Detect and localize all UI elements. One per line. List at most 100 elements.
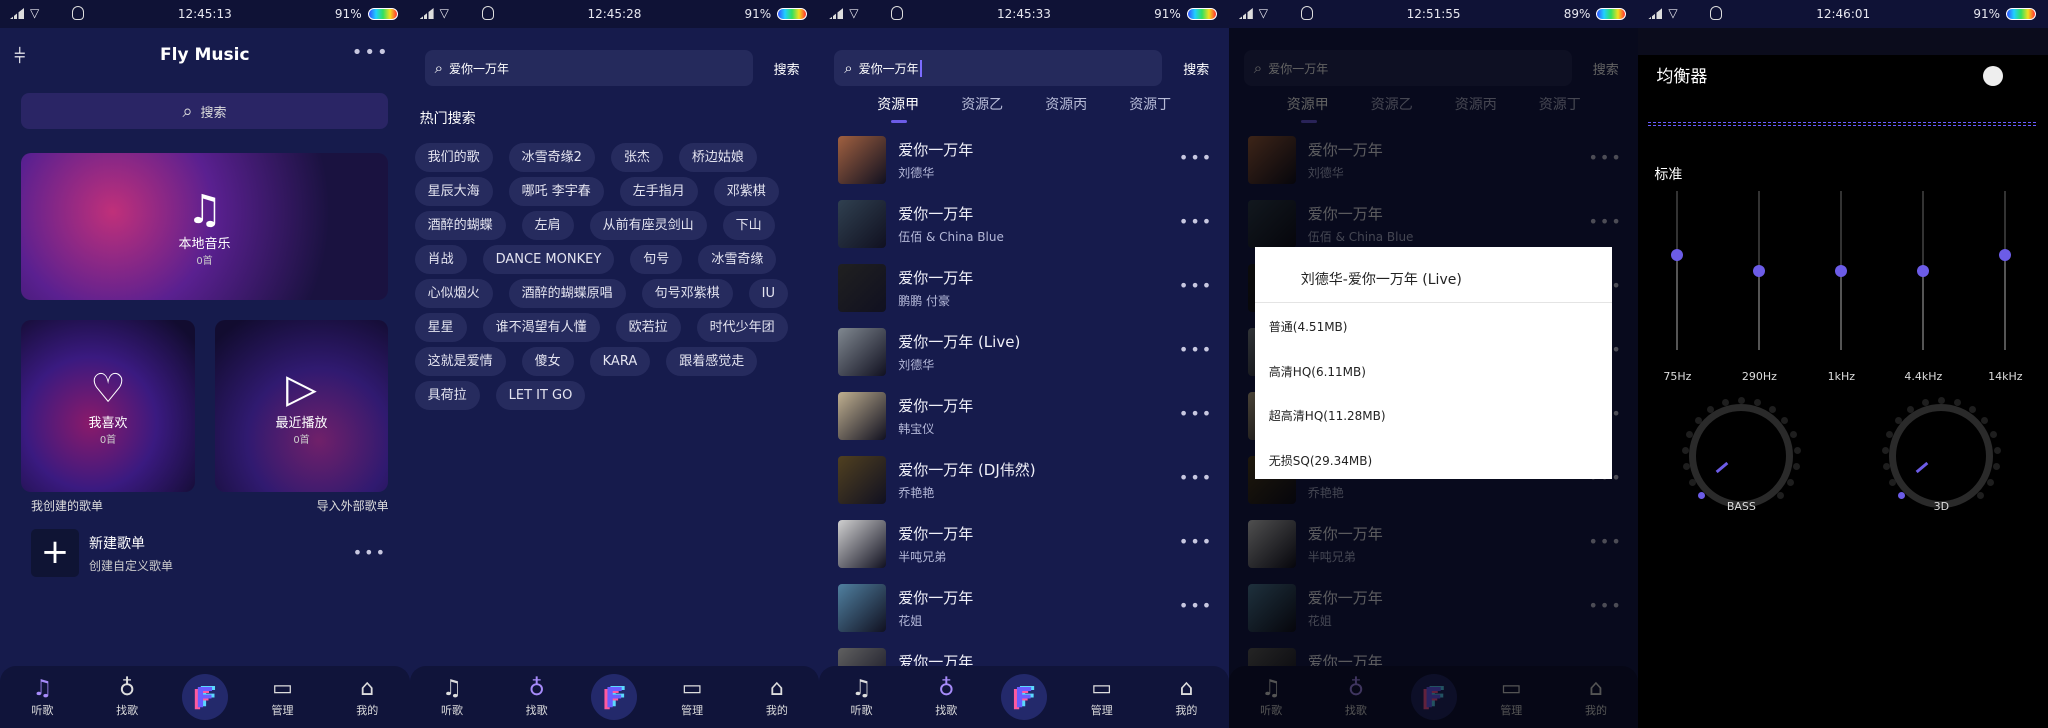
hot-search-tag[interactable]: 具荷拉 (414, 381, 480, 410)
hot-search-tag[interactable]: 酒醉的蝴蝶原唱 (508, 279, 626, 308)
import-playlist-link[interactable]: 导入外部歌单 (317, 497, 389, 514)
hot-search-tag[interactable]: DANCE MONKEY (482, 245, 615, 274)
hot-search-tag[interactable]: 哪吒 李宇春 (508, 177, 604, 206)
slider-thumb[interactable] (1835, 264, 1848, 277)
nav-item-shirt[interactable]: ⌂ 我的 (747, 676, 807, 718)
search-submit-button[interactable]: 搜索 (774, 59, 800, 78)
new-playlist-row[interactable]: + 新建歌单 创建自定义歌单 ••• (31, 529, 385, 577)
album-cover (838, 136, 887, 184)
search-input[interactable]: ⌕ 爱你一万年 (834, 50, 1163, 86)
slider-thumb[interactable] (1917, 264, 1930, 277)
nav-item-music-note[interactable]: ♫ 听歌 (832, 676, 892, 718)
song-row[interactable]: 爱你一万年刘德华 ••• (838, 136, 1213, 184)
search-input[interactable]: ⌕ 爱你一万年 (424, 50, 753, 86)
quality-option[interactable]: 普通(4.51MB) (1269, 318, 1599, 335)
tab-source-3[interactable]: 资源丙 (1027, 94, 1105, 114)
eq-band-label: 290Hz (1741, 370, 1777, 383)
hot-search-tag[interactable]: 张杰 (610, 143, 663, 172)
hot-search-tag[interactable]: 跟着感觉走 (666, 347, 758, 376)
eq-band-slider[interactable] (1913, 191, 1933, 350)
hot-search-tag[interactable]: 句号 (630, 245, 683, 274)
slider-thumb[interactable] (1753, 264, 1766, 277)
song-row[interactable]: 爱你一万年花姐 ••• (838, 584, 1213, 632)
song-more-button[interactable]: ••• (1179, 532, 1213, 551)
nav-item-folder[interactable]: ▭ 管理 (662, 676, 722, 718)
tab-source-4[interactable]: 资源丁 (1111, 94, 1189, 114)
playlist-more-button[interactable]: ••• (353, 543, 387, 562)
slider-thumb[interactable] (1999, 248, 2012, 261)
app-logo-icon[interactable]: F (591, 674, 638, 720)
slider-thumb[interactable] (1671, 248, 1684, 261)
nav-item-folder[interactable]: ▭ 管理 (1072, 676, 1132, 718)
tab-source-2[interactable]: 资源乙 (943, 94, 1021, 114)
hot-search-tag[interactable]: 从前有座灵剑山 (589, 211, 707, 240)
hot-search-tag[interactable]: 傻女 (521, 347, 574, 376)
hot-search-tag[interactable]: KARA (589, 347, 651, 376)
hot-search-tag[interactable]: 我们的歌 (414, 143, 493, 172)
hot-search-tag[interactable]: 桥边姑娘 (678, 143, 757, 172)
hot-search-tag[interactable]: 星星 (414, 313, 467, 342)
hot-search-tag[interactable]: 左手指月 (619, 177, 698, 206)
eq-band-slider[interactable] (1749, 191, 1769, 350)
tab-source-1[interactable]: 资源甲 (859, 94, 937, 114)
quality-option[interactable]: 无损SQ(29.34MB) (1269, 452, 1599, 469)
knob-tick (1792, 463, 1800, 471)
song-more-button[interactable]: ••• (1179, 468, 1213, 487)
song-row[interactable]: 爱你一万年半吨兄弟 ••• (838, 520, 1213, 568)
eq-band-slider[interactable] (1667, 191, 1687, 350)
song-more-button[interactable]: ••• (1179, 404, 1213, 423)
song-more-button[interactable]: ••• (1179, 148, 1213, 167)
quality-option[interactable]: 超高清HQ(11.28MB) (1269, 407, 1599, 424)
nav-item-music-note[interactable]: ♫ 听歌 (12, 676, 72, 718)
song-row[interactable]: 爱你一万年韩宝仪 ••• (838, 392, 1213, 440)
eq-preset-label[interactable]: 标准 (1654, 164, 1682, 184)
hot-search-tag[interactable]: 欧若拉 (615, 313, 681, 342)
song-row[interactable]: 爱你一万年 (DJ伟然) 乔艳艳 ••• (838, 456, 1213, 504)
search-submit-button[interactable]: 搜索 (1183, 59, 1209, 78)
hot-search-tag[interactable]: 心似烟火 (414, 279, 493, 308)
eq-band-slider[interactable] (1831, 191, 1851, 350)
song-more-button[interactable]: ••• (1179, 276, 1213, 295)
quality-option[interactable]: 高清HQ(6.11MB) (1269, 363, 1599, 380)
nav-item-shirt[interactable]: ⌂ 我的 (337, 676, 397, 718)
eq-toggle[interactable] (1983, 66, 2004, 86)
hot-search-tag[interactable]: 时代少年团 (696, 313, 788, 342)
nav-item-label: 我的 (356, 704, 379, 717)
favorites-card[interactable]: ♡ 我喜欢 0首 (21, 320, 195, 492)
hot-search-tag[interactable]: 肖战 (414, 245, 467, 274)
battery-percent: 89% (1563, 7, 1591, 21)
search-bar-button[interactable]: ⌕ 搜索 (21, 93, 388, 129)
song-row[interactable]: 爱你一万年伍佰 & China Blue ••• (838, 200, 1213, 248)
hot-search-tag[interactable]: LET IT GO (495, 381, 586, 410)
hot-search-tag[interactable]: 冰雪奇缘 (698, 245, 777, 274)
knob-3d[interactable] (1881, 396, 2001, 516)
knob-bass[interactable] (1681, 396, 1801, 516)
more-menu-button[interactable]: ••• (352, 42, 390, 63)
eq-band-slider[interactable] (1995, 191, 2015, 350)
hot-search-tag[interactable]: 星辰大海 (414, 177, 493, 206)
hot-search-tag[interactable]: 句号邓紫棋 (641, 279, 733, 308)
song-more-button[interactable]: ••• (1179, 340, 1213, 359)
song-row[interactable]: 爱你一万年 (Live) 刘德华 ••• (838, 328, 1213, 376)
recent-play-card[interactable]: ▷ 最近播放 0首 (215, 320, 388, 492)
hot-search-tag[interactable]: 左肩 (521, 211, 574, 240)
nav-item-folder[interactable]: ▭ 管理 (253, 676, 313, 718)
nav-item-planet[interactable]: ♁ 找歌 (507, 676, 567, 718)
hot-search-tag[interactable]: IU (748, 279, 788, 308)
nav-item-shirt[interactable]: ⌂ 我的 (1156, 676, 1216, 718)
app-logo-icon[interactable]: F (181, 674, 228, 720)
hot-search-tag[interactable]: 邓紫棋 (713, 177, 779, 206)
song-row[interactable]: 爱你一万年鹏鹏 付豪 ••• (838, 264, 1213, 312)
hot-search-tag[interactable]: 冰雪奇缘2 (508, 143, 595, 172)
nav-item-music-note[interactable]: ♫ 听歌 (422, 676, 482, 718)
song-more-button[interactable]: ••• (1179, 212, 1213, 231)
hot-search-tag[interactable]: 谁不渴望有人懂 (482, 313, 600, 342)
hot-search-tag[interactable]: 酒醉的蝴蝶 (414, 211, 506, 240)
hot-search-tag[interactable]: 这就是爱情 (414, 347, 506, 376)
nav-item-planet[interactable]: ♁ 找歌 (916, 676, 976, 718)
hot-search-tag[interactable]: 下山 (722, 211, 775, 240)
app-logo-icon[interactable]: F (1000, 674, 1047, 720)
local-music-card[interactable]: ♫ 本地音乐 0首 (21, 153, 388, 300)
song-more-button[interactable]: ••• (1179, 596, 1213, 615)
nav-item-planet[interactable]: ♁ 找歌 (97, 676, 157, 718)
